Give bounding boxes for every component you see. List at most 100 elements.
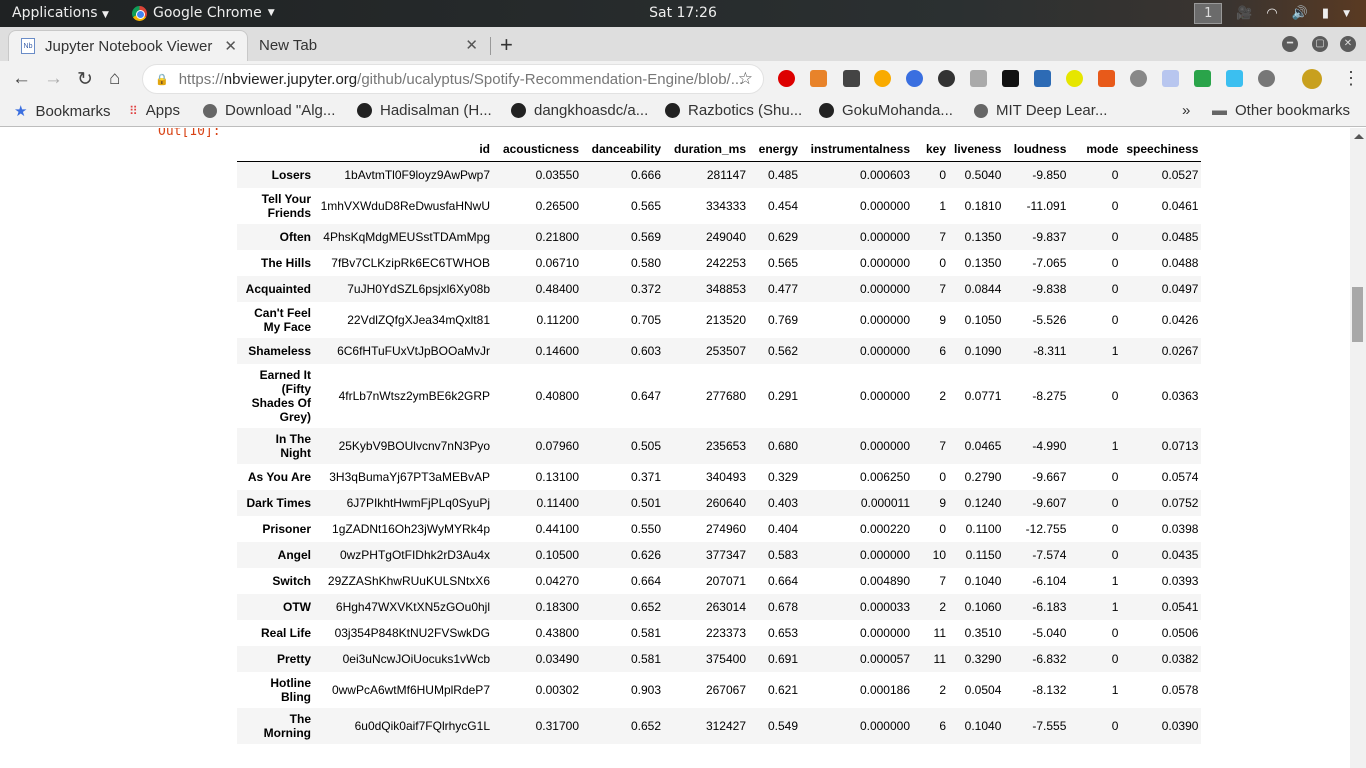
scroll-up-arrow-icon[interactable]	[1354, 134, 1364, 139]
wifi-icon[interactable]: ◠	[1266, 6, 1277, 21]
column-header: liveness	[949, 138, 1005, 162]
profile-avatar[interactable]	[1302, 69, 1322, 89]
arrow-extension-icon[interactable]	[1066, 70, 1083, 87]
cell-speechiness: 0.0527	[1161, 167, 1199, 182]
target-extension-icon[interactable]	[938, 70, 955, 87]
page-scrollbar[interactable]	[1350, 128, 1366, 768]
metamask-icon[interactable]	[810, 70, 827, 87]
table-row: As You Are 3H3qBumaYj67PT3aMEBvAP 0.13100 0…	[237, 464, 1201, 490]
bookmark-download-alg[interactable]: Download "Alg...	[203, 102, 335, 119]
circle-extension-icon[interactable]	[1258, 70, 1275, 87]
bookmarks-overflow-button[interactable]: »	[1182, 102, 1190, 119]
cell-danceability: 0.550	[630, 521, 661, 536]
megaphone-extension-icon[interactable]	[1098, 70, 1115, 87]
table-row: Dark Times 6J7PIkhtHwmFjPLq0SyuPj 0.11400 0…	[237, 489, 1202, 516]
tab-jupyter-notebook-viewer[interactable]: Nb Jupyter Notebook Viewer ✕	[8, 30, 248, 61]
bookmark-label: MIT Deep Lear...	[996, 102, 1108, 119]
markdown-extension-icon[interactable]	[1002, 70, 1019, 87]
bookmark-hadisalman[interactable]: Hadisalman (H...	[357, 102, 492, 119]
evernote-extension-icon[interactable]	[1194, 70, 1211, 87]
cell-mode: 0	[1111, 521, 1119, 536]
tab-title: New Tab	[259, 37, 318, 54]
colab-icon[interactable]	[874, 70, 891, 87]
bookmark-bookmarks[interactable]: ★ Bookmarks	[14, 102, 110, 121]
home-icon[interactable]: ⌂	[109, 68, 120, 90]
cell-energy: 0.565	[767, 255, 798, 270]
bookmark-razbotics[interactable]: Razbotics (Shu...	[665, 102, 802, 119]
new-tab-button[interactable]: +	[500, 32, 513, 58]
cell-energy: 0.403	[767, 495, 798, 510]
cell-duration-ms: 235653	[705, 438, 746, 453]
tab-new-tab[interactable]: New Tab ✕	[248, 30, 488, 61]
clipboard-extension-icon[interactable]	[1162, 70, 1179, 87]
download-extension-icon[interactable]	[843, 70, 860, 87]
volume-icon[interactable]: 🔊	[1292, 6, 1308, 21]
cell-id: 6Hgh47WXVKtXN5zGOu0hjl	[335, 599, 490, 614]
clock[interactable]: Sat 17:26	[0, 5, 1366, 21]
cell-energy: 0.653	[767, 625, 798, 640]
workspace-indicator[interactable]: 1	[1194, 3, 1223, 24]
adblock-plus-icon[interactable]	[778, 70, 795, 87]
cell-energy: 0.678	[767, 599, 798, 614]
globe-extension-icon[interactable]	[906, 70, 923, 87]
other-bookmarks[interactable]: ▬ Other bookmarks	[1212, 102, 1350, 119]
close-tab-icon[interactable]: ✕	[465, 36, 478, 54]
close-window-icon[interactable]: ✕	[1340, 36, 1356, 52]
bookmark-mit-deep-learning[interactable]: MIT Deep Lear...	[974, 102, 1107, 119]
cell-liveness: 0.0504	[964, 682, 1002, 697]
bookmark-apps[interactable]: ⠿ Apps	[129, 102, 180, 119]
cell-energy: 0.329	[767, 469, 798, 484]
cell-liveness: 0.3510	[964, 625, 1002, 640]
forward-arrow-icon[interactable]: →	[44, 68, 63, 90]
row-index-name: The Hills	[260, 255, 311, 270]
cell-id: 7uJH0YdSZL6psjxl6Xy08b	[347, 281, 490, 296]
cell-energy: 0.769	[767, 312, 798, 327]
maximize-window-icon[interactable]: ▢	[1312, 36, 1328, 52]
cell-energy: 0.583	[767, 547, 798, 562]
scrollbar-thumb[interactable]	[1352, 287, 1363, 342]
cell-loudness: -6.832	[1032, 651, 1067, 666]
cell-acousticness: 0.40800	[535, 388, 579, 403]
chevron-down-icon[interactable]: ▼	[1343, 9, 1350, 19]
table-row: Hotline Bling 0wwPcA6wtMf6HUMplRdeP7 0.003…	[237, 672, 1201, 708]
cell-energy: 0.549	[767, 718, 798, 733]
table-row: OTW 6Hgh47WXVKtXN5zGOu0hjl 0.18300 0.652 263…	[237, 593, 1202, 620]
bookmark-gokumohanda[interactable]: GokuMohanda...	[819, 102, 953, 119]
overflow-chevron-icon: »	[1182, 102, 1191, 119]
index-header	[237, 138, 314, 162]
cell-id: 25KybV9BOUlvcnv7nN3Pyo	[338, 438, 490, 453]
s-extension-icon[interactable]	[1034, 70, 1051, 87]
bookmark-star-icon[interactable]: ☆	[738, 69, 753, 89]
cell-loudness: -4.990	[1032, 438, 1067, 453]
cell-duration-ms: 281147	[706, 167, 746, 182]
table-header-row: id acousticness danceability duration_ms…	[237, 138, 1202, 162]
cell-speechiness: 0.0578	[1161, 682, 1199, 697]
cell-speechiness: 0.0382	[1161, 651, 1199, 666]
lock-icon[interactable]: 🔒	[155, 73, 169, 86]
cell-key: 6	[939, 718, 946, 733]
cell-liveness: 0.1060	[964, 599, 1002, 614]
battery-icon[interactable]: ▮	[1322, 6, 1329, 21]
cell-key: 7	[939, 573, 946, 588]
address-bar[interactable]: 🔒 https://nbviewer.jupyter.org/github/uc…	[142, 64, 764, 94]
chrome-menu-icon[interactable]: ⋮	[1342, 68, 1360, 89]
bookmark-label: Hadisalman (H...	[380, 102, 492, 119]
column-header: key	[913, 138, 949, 162]
tab-extension-icon[interactable]	[970, 70, 987, 87]
column-header: mode	[1069, 138, 1122, 162]
cell-duration-ms: 267067	[705, 682, 746, 697]
cell-id: 0ei3uNcwJOiUocuks1vWcb	[342, 651, 490, 666]
back-arrow-icon[interactable]: ←	[12, 68, 31, 90]
cell-duration-ms: 348853	[705, 281, 746, 296]
bookmark-dangkhoasdc[interactable]: dangkhoasdc/a...	[511, 102, 648, 119]
reload-icon[interactable]: ↻	[77, 68, 93, 91]
bookmark-label: Download "Alg...	[225, 102, 336, 119]
table-row: Can't Feel My Face 22VdlZQfgXJea34mQxlt81…	[237, 302, 1201, 338]
close-tab-icon[interactable]: ✕	[224, 37, 237, 55]
minimize-window-icon[interactable]: ━	[1282, 36, 1298, 52]
github-icon	[819, 103, 834, 118]
camera-icon[interactable]: 🎥	[1236, 6, 1252, 21]
cell-speechiness: 0.0390	[1161, 718, 1199, 733]
tomato-extension-icon[interactable]	[1130, 70, 1147, 87]
expand-extension-icon[interactable]	[1226, 70, 1243, 87]
